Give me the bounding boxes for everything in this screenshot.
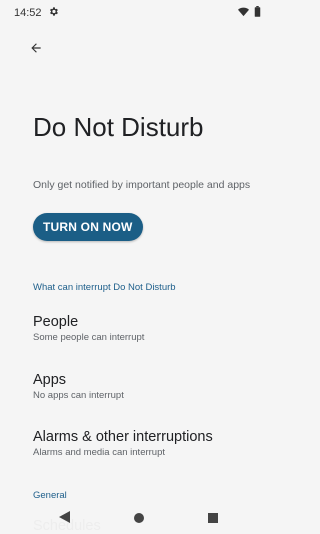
setting-title: People [33, 314, 79, 330]
nav-home-button[interactable] [131, 511, 147, 527]
setting-title: Alarms & other interruptions [33, 429, 213, 445]
back-button[interactable] [24, 38, 48, 62]
home-circle-icon [133, 510, 144, 528]
section-header-general: General [33, 490, 67, 501]
status-right [238, 6, 261, 20]
setting-summary: Some people can interrupt [33, 332, 145, 343]
status-left: 14:52 [14, 6, 59, 20]
page-subtitle: Only get notified by important people an… [33, 179, 251, 191]
back-triangle-icon [59, 510, 70, 528]
gear-icon [48, 6, 59, 20]
arrow-back-icon [29, 41, 43, 60]
recents-square-icon [207, 510, 218, 528]
nav-back-button[interactable] [57, 510, 73, 528]
wifi-icon [238, 7, 249, 20]
navigation-bar [0, 506, 277, 531]
page-title: Do Not Disturb [33, 112, 204, 142]
setting-item-people[interactable]: People Some people can interrupt [33, 313, 263, 344]
status-bar: 14:52 [0, 0, 277, 26]
setting-summary: No apps can interrupt [33, 390, 124, 401]
setting-title: Apps [33, 372, 67, 388]
section-header-interrupt: What can interrupt Do Not Disturb [33, 282, 176, 293]
setting-item-alarms[interactable]: Alarms & other interruptions Alarms and … [33, 428, 263, 459]
status-time: 14:52 [14, 7, 42, 19]
turn-on-now-button[interactable]: TURN ON NOW [33, 213, 143, 241]
setting-summary: Alarms and media can interrupt [33, 447, 166, 458]
nav-recents-button[interactable] [205, 511, 221, 527]
battery-icon [254, 6, 261, 20]
setting-item-apps[interactable]: Apps No apps can interrupt [33, 371, 263, 402]
